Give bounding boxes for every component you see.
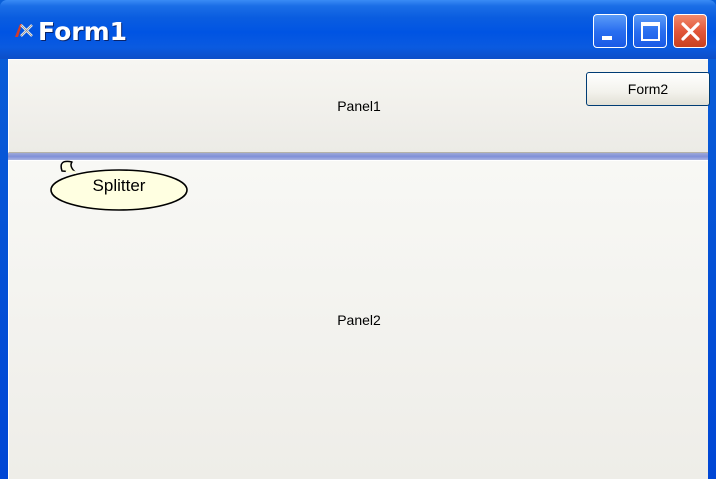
callout-label: Splitter xyxy=(92,176,146,195)
maximize-icon xyxy=(641,22,660,41)
panel2-label: Panel2 xyxy=(337,312,381,328)
application-window: Form1 Panel1 Form2 Panel2 Splitter xyxy=(0,0,716,479)
window-title: Form1 xyxy=(38,17,128,46)
form-client-area: Panel1 Form2 Panel2 xyxy=(8,59,710,479)
panel1-label: Panel1 xyxy=(337,98,381,114)
form2-button[interactable]: Form2 xyxy=(586,72,710,106)
close-button[interactable] xyxy=(673,14,707,48)
minimize-icon xyxy=(602,36,612,40)
close-icon xyxy=(681,22,700,41)
minimize-button[interactable] xyxy=(593,14,627,48)
panel1: Panel1 Form2 xyxy=(8,59,710,153)
lazarus-icon xyxy=(14,22,36,38)
title-bar[interactable]: Form1 xyxy=(0,0,716,59)
maximize-button[interactable] xyxy=(633,14,667,48)
